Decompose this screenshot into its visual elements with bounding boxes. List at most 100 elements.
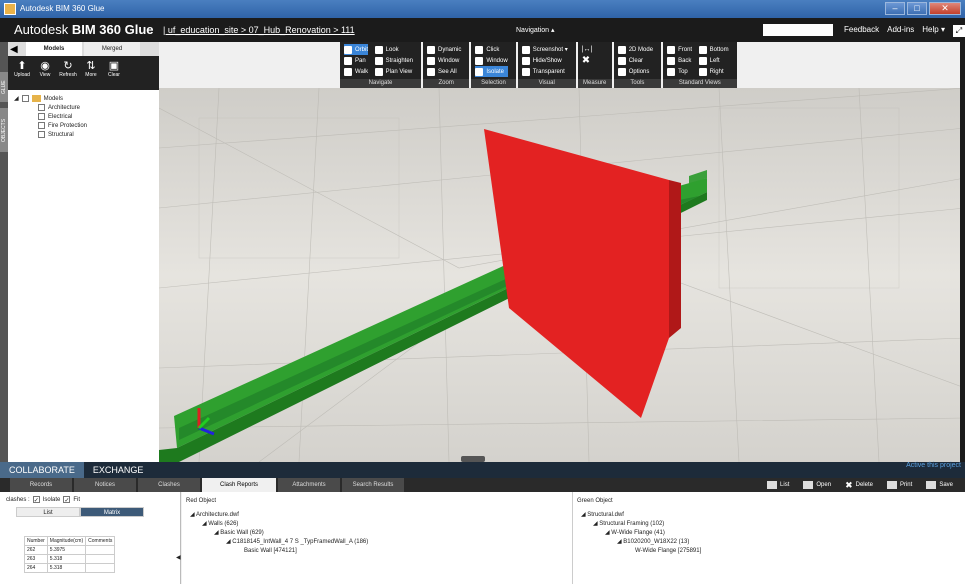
objects-tab[interactable]: OBJECTS <box>0 108 8 152</box>
hide-show-button[interactable]: Hide/Show <box>521 55 568 66</box>
right-view-button[interactable]: Right <box>698 66 729 77</box>
tree-node-models[interactable]: ◢ Models <box>14 94 153 103</box>
checkbox[interactable] <box>21 95 29 102</box>
tree-row[interactable]: ◢ B1020200_W18X22 (13) <box>577 538 965 547</box>
activate-project-link[interactable]: Active this project <box>906 462 961 469</box>
glue-tab[interactable]: GLUE <box>0 72 8 102</box>
tab-list[interactable]: List <box>16 507 80 517</box>
save-button[interactable]: Save <box>922 478 957 492</box>
tree-row[interactable]: ◢ C1818145_IntWall_4 7 S _TypFramedWall_… <box>186 538 572 547</box>
fit-checkbox[interactable]: ✓ <box>63 496 71 504</box>
options-button[interactable]: Options <box>617 66 653 77</box>
tab-exchange[interactable]: EXCHANGE <box>84 462 153 478</box>
minimize-button[interactable]: – <box>885 2 905 15</box>
walk-button[interactable]: Walk <box>344 66 368 77</box>
print-button[interactable]: Print <box>883 478 916 492</box>
selection-group-label: Selection <box>471 79 516 88</box>
column-header-comments[interactable]: Comments <box>85 536 116 546</box>
tree-row[interactable]: ◢ Structural Framing (102) <box>577 520 965 529</box>
transparent-button[interactable]: Transparent <box>521 66 568 77</box>
scene-canvas[interactable] <box>159 88 965 462</box>
zoom-window-label: Window <box>438 57 460 64</box>
maximize-button[interactable]: □ <box>907 2 927 15</box>
column-header-number[interactable]: Number <box>24 536 48 546</box>
table-row[interactable]: 262 5.3975 <box>24 545 116 555</box>
close-button[interactable]: ✕ <box>929 2 961 15</box>
see-all-button[interactable]: See All <box>427 66 461 77</box>
click-select-button[interactable]: Click <box>475 44 507 55</box>
clashes-label: clashes : <box>6 496 30 503</box>
table-row[interactable]: 264 5.318 <box>24 563 116 573</box>
tab-search-results[interactable]: Search Results <box>342 478 404 492</box>
dynamic-zoom-button[interactable]: Dynamic <box>427 44 461 55</box>
front-view-button[interactable]: Front <box>667 44 692 55</box>
tab-records[interactable]: Records <box>10 478 72 492</box>
camera-icon <box>521 45 530 54</box>
tree-row[interactable]: Basic Wall [474121] <box>186 547 572 556</box>
zoom-window-button[interactable]: Window <box>427 55 461 66</box>
bottom-view-button[interactable]: Bottom <box>698 44 729 55</box>
search-input[interactable] <box>763 24 833 36</box>
isolate-button[interactable]: Isolate <box>475 66 508 77</box>
pan-button[interactable]: Pan <box>344 55 368 66</box>
tree-row[interactable]: ◢ Basic Wall (629) <box>186 529 572 538</box>
checkbox[interactable] <box>38 104 45 111</box>
measure-distance-button[interactable]: |↔| <box>582 44 593 55</box>
tree-node-electrical[interactable]: Electrical <box>14 112 153 121</box>
tree-row[interactable]: ◢ Architecture.dwf <box>186 511 572 520</box>
screenshot-button[interactable]: Screenshot ▾ <box>521 44 568 55</box>
tools-clear-button[interactable]: Clear <box>617 55 653 66</box>
checkbox[interactable] <box>38 122 45 129</box>
tree-node-structural[interactable]: Structural <box>14 130 153 139</box>
more-button[interactable]: ⇅ More <box>81 60 101 90</box>
window-select-button[interactable]: Window <box>475 55 508 66</box>
upload-button[interactable]: ⬆ Upload <box>12 60 32 90</box>
expand-icon[interactable]: ◢ <box>14 95 19 102</box>
look-button[interactable]: Look <box>374 44 413 55</box>
measure-clear-button[interactable]: ✖ <box>582 55 593 66</box>
view-button[interactable]: ◉ View <box>35 60 55 90</box>
tab-merged[interactable]: Merged <box>84 42 140 56</box>
plan-view-button[interactable]: Plan View <box>374 66 413 77</box>
tree-row[interactable]: ◢ Walls (626) <box>186 520 572 529</box>
tab-attachments[interactable]: Attachments <box>278 478 340 492</box>
table-row[interactable]: 263 5.318 <box>24 554 116 564</box>
fullscreen-icon[interactable]: ⤢ <box>952 25 965 37</box>
tree-row[interactable]: ◢ W-Wide Flange (41) <box>577 529 965 538</box>
checkbox[interactable] <box>38 131 45 138</box>
clear-button[interactable]: ▣ Clear <box>104 60 124 90</box>
column-header-magnitude[interactable]: Magnitude(cm) <box>46 536 87 546</box>
orbit-button[interactable]: Orbit <box>344 44 369 55</box>
checkbox[interactable] <box>38 113 45 120</box>
tab-clashes[interactable]: Clashes <box>138 478 200 492</box>
list-button[interactable]: List <box>763 478 793 492</box>
isolate-checkbox[interactable]: ✓ <box>32 496 40 504</box>
top-view-button[interactable]: Top <box>667 66 692 77</box>
back-view-button[interactable]: Back <box>667 55 692 66</box>
right-scroll-rail[interactable] <box>960 42 965 462</box>
tab-notices[interactable]: Notices <box>74 478 136 492</box>
delete-button[interactable]: ✖ Delete <box>841 478 877 492</box>
collapse-panel-icon[interactable]: ◀ <box>10 44 18 55</box>
2d-mode-button[interactable]: 2D Mode <box>617 44 653 55</box>
tab-models[interactable]: Models <box>26 42 82 56</box>
addins-link[interactable]: Add-ins <box>887 25 914 37</box>
tree-node-fire-protection[interactable]: Fire Protection <box>14 121 153 130</box>
open-button[interactable]: Open <box>799 478 835 492</box>
navigation-toggle[interactable]: Navigation ▴ <box>516 26 555 34</box>
feedback-link[interactable]: Feedback <box>844 25 879 37</box>
tab-matrix[interactable]: Matrix <box>80 507 144 517</box>
refresh-button[interactable]: ↻ Refresh <box>58 60 78 90</box>
3d-viewport[interactable] <box>159 88 965 462</box>
left-view-button[interactable]: Left <box>698 55 729 66</box>
help-link[interactable]: Help ▾ <box>922 25 945 37</box>
cell-comments <box>85 563 116 573</box>
tree-node-architecture[interactable]: Architecture <box>14 103 153 112</box>
breadcrumb-text[interactable]: | uf_education_site > 07_Hub_Renovation … <box>163 25 355 35</box>
tree-row[interactable]: W-Wide Flange [275891] <box>577 547 965 556</box>
breadcrumb[interactable]: | uf_education_site > 07_Hub_Renovation … <box>163 25 355 35</box>
tab-clash-reports[interactable]: Clash Reports <box>202 478 276 492</box>
tree-row[interactable]: ◢ Structural.dwf <box>577 511 965 520</box>
tab-collaborate[interactable]: COLLABORATE <box>0 462 84 478</box>
straighten-button[interactable]: Straighten <box>374 55 413 66</box>
